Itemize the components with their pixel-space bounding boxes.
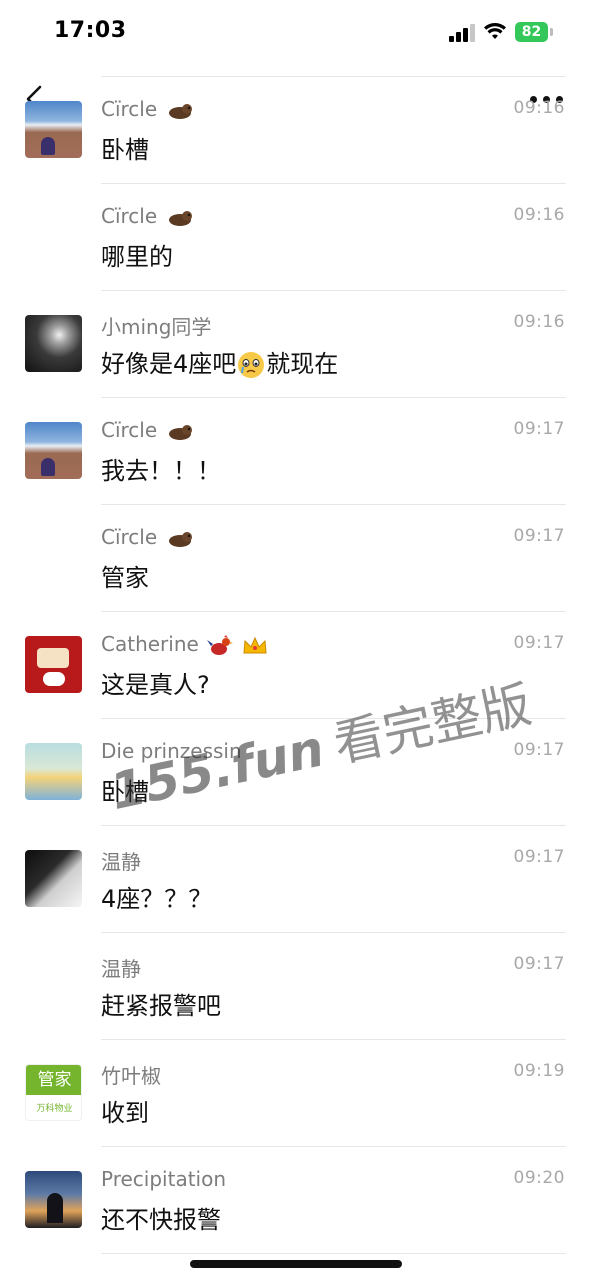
cellular-signal-icon bbox=[449, 24, 477, 42]
avatar[interactable]: 管家 万科物业 bbox=[25, 1064, 82, 1121]
battery-level: 82 bbox=[521, 24, 542, 40]
status-bar: 17:03 82 bbox=[0, 0, 591, 70]
sender-name: Cïrcle bbox=[101, 418, 194, 442]
otter-emoji-icon bbox=[168, 424, 192, 440]
crown-emoji-icon bbox=[242, 636, 267, 653]
avatar[interactable] bbox=[25, 743, 82, 800]
avatar[interactable] bbox=[25, 1171, 82, 1228]
avatar[interactable] bbox=[25, 101, 82, 158]
message-text: 管家 bbox=[101, 564, 149, 592]
message-row[interactable]: 温静 09:17 4座？？？ bbox=[0, 825, 591, 932]
message-text: 我去！！！ bbox=[101, 457, 221, 485]
avatar[interactable] bbox=[25, 850, 82, 907]
status-time: 17:03 bbox=[54, 18, 127, 43]
avatar-label-top: 管家 bbox=[26, 1065, 81, 1095]
message-row[interactable]: 管家 万科物业 竹叶椒 09:19 收到 bbox=[0, 1039, 591, 1146]
message-time: 09:16 bbox=[513, 205, 565, 225]
message-row[interactable]: 温静 09:17 赶紧报警吧 bbox=[0, 932, 591, 1039]
message-row[interactable]: Cïrcle 09:17 管家 bbox=[0, 504, 591, 611]
otter-emoji-icon bbox=[168, 103, 192, 119]
sender-name: 小ming同学 bbox=[101, 315, 212, 339]
message-text: 卧槽 bbox=[101, 136, 149, 164]
sender-name: 竹叶椒 bbox=[101, 1064, 161, 1088]
message-text: 4座？？？ bbox=[101, 885, 213, 913]
otter-emoji-icon bbox=[168, 531, 192, 547]
message-text: 还不快报警 bbox=[101, 1206, 221, 1234]
message-time: 09:20 bbox=[513, 1168, 565, 1188]
message-time: 09:17 bbox=[513, 526, 565, 546]
avatar[interactable] bbox=[25, 422, 82, 479]
avatar-label-bottom: 万科物业 bbox=[36, 1104, 73, 1114]
sender-name: Cïrcle bbox=[101, 97, 194, 121]
sender-name: Precipitation bbox=[101, 1167, 227, 1191]
avatar[interactable] bbox=[25, 636, 82, 693]
crying-face-emoji-icon bbox=[238, 352, 265, 378]
message-time: 09:17 bbox=[513, 740, 565, 760]
message-row[interactable]: 小ming同学 09:16 好像是4座吧 就现在 bbox=[0, 290, 591, 397]
message-text: 好像是4座吧 就现在 bbox=[101, 350, 339, 378]
sender-name: 温静 bbox=[101, 850, 141, 874]
message-time: 09:17 bbox=[513, 847, 565, 867]
sender-name: 温静 bbox=[101, 957, 141, 981]
message-text: 收到 bbox=[101, 1099, 149, 1127]
message-time: 09:17 bbox=[513, 419, 565, 439]
message-row[interactable]: Cïrcle 09:16 卧槽 bbox=[0, 76, 591, 183]
sender-name: Catherine bbox=[101, 632, 268, 658]
message-time: 09:17 bbox=[513, 633, 565, 653]
wifi-icon bbox=[484, 23, 506, 39]
message-text: 赶紧报警吧 bbox=[101, 992, 221, 1020]
sender-name: Cïrcle bbox=[101, 204, 194, 228]
message-row[interactable]: Cïrcle 09:16 哪里的 bbox=[0, 183, 591, 290]
message-time: 09:16 bbox=[513, 312, 565, 332]
otter-emoji-icon bbox=[168, 210, 192, 226]
message-text: 这是真人? bbox=[101, 671, 210, 699]
divider bbox=[101, 1253, 566, 1254]
message-text: 哪里的 bbox=[101, 243, 173, 271]
message-row[interactable]: Cïrcle 09:17 我去！！！ bbox=[0, 397, 591, 504]
sender-name: Cïrcle bbox=[101, 525, 194, 549]
battery-icon: 82 bbox=[515, 22, 553, 42]
message-time: 09:19 bbox=[513, 1061, 565, 1081]
rooster-emoji-icon bbox=[207, 634, 234, 655]
home-indicator[interactable] bbox=[190, 1260, 402, 1268]
message-time: 09:16 bbox=[513, 98, 565, 118]
avatar[interactable] bbox=[25, 315, 82, 372]
message-row[interactable]: Precipitation 09:20 还不快报警 bbox=[0, 1146, 591, 1253]
message-time: 09:17 bbox=[513, 954, 565, 974]
